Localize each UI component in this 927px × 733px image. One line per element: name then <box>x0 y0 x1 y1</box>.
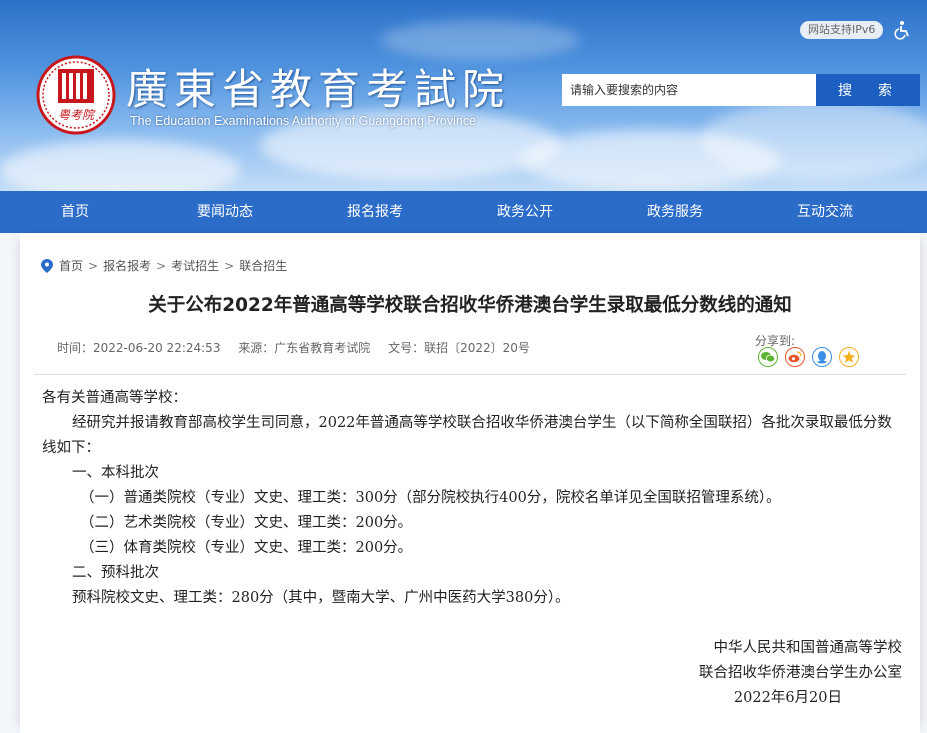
body-paragraph: 经研究并报请教育部高校学生司同意，2022年普通高等学校联合招收华侨港澳台学生（… <box>42 415 892 456</box>
site-logo-emblem[interactable]: 粤考院 <box>36 55 116 135</box>
wheelchair-icon[interactable] <box>892 20 912 40</box>
nav-item-interaction[interactable]: 互动交流 <box>750 191 900 233</box>
cloud-decoration <box>380 20 580 60</box>
share-bar <box>758 347 859 367</box>
site-title[interactable]: 廣東省教育考試院 <box>126 56 510 117</box>
ipv6-badge: 网站支持IPv6 <box>800 21 884 39</box>
site-header: 粤考院 廣東省教育考試院 The Education Examinations … <box>0 0 927 191</box>
breadcrumb-registration[interactable]: 报名报考 <box>103 257 151 274</box>
nav-item-gov-services[interactable]: 政务服务 <box>600 191 750 233</box>
search-button[interactable]: 搜 索 <box>816 74 920 106</box>
document-number: 文号：联招〔2022〕20号 <box>388 341 530 355</box>
article-container: 首页 > 报名报考 > 考试招生 > 联合招生 关于公布2022年普通高等学校联… <box>20 233 920 733</box>
signature-date: 2022年6月20日 <box>733 690 842 706</box>
breadcrumb-home[interactable]: 首页 <box>59 257 83 274</box>
breadcrumb-joint-admission[interactable]: 联合招生 <box>239 257 287 274</box>
nav-item-gov-affairs[interactable]: 政务公开 <box>450 191 600 233</box>
search-input[interactable] <box>562 74 816 106</box>
nav-item-registration[interactable]: 报名报考 <box>300 191 450 233</box>
map-pin-icon <box>41 258 53 273</box>
salutation: 各有关普通高等学校： <box>42 390 187 406</box>
nav-item-news[interactable]: 要闻动态 <box>150 191 300 233</box>
emblem-lettering: 粤考院 <box>58 108 96 122</box>
main-nav: 首页 要闻动态 报名报考 政务公开 政务服务 互动交流 <box>0 191 927 233</box>
cloud-decoration <box>0 140 240 191</box>
page-background <box>0 233 20 733</box>
list-item: （三）体育类院校（专业）文史、理工类：200分。 <box>80 540 413 556</box>
section-heading: 二、预科批次 <box>72 565 159 581</box>
article-title: 关于公布2022年普通高等学校联合招收华侨港澳台学生录取最低分数线的通知 <box>148 295 792 316</box>
list-item: （二）艺术类院校（专业）文史、理工类：200分。 <box>80 515 413 531</box>
publish-time: 时间：2022-06-20 22:24:53 <box>57 341 221 355</box>
breadcrumb-exam-admission[interactable]: 考试招生 <box>171 257 219 274</box>
signature-line: 联合招收华侨港澳台学生办公室 <box>699 665 902 681</box>
breadcrumb-separator: > <box>156 258 167 273</box>
wechat-icon[interactable] <box>758 347 778 367</box>
list-item: （一）普通类院校（专业）文史、理工类：300分（部分院校执行400分，院校名单详… <box>80 490 781 506</box>
weibo-icon[interactable] <box>785 347 805 367</box>
body-paragraph: 预科院校文史、理工类：280分（其中，暨南大学、广州中医药大学380分）。 <box>72 590 570 606</box>
cloud-decoration <box>700 100 927 180</box>
breadcrumb-separator: > <box>88 258 99 273</box>
header-divider <box>34 374 906 375</box>
qzone-icon[interactable] <box>839 347 859 367</box>
article-source: 来源：广东省教育考试院 <box>238 341 371 355</box>
section-heading: 一、本科批次 <box>72 465 159 481</box>
article-meta: 时间：2022-06-20 22:24:53 来源：广东省教育考试院 文号：联招… <box>57 339 544 356</box>
signature-line: 中华人民共和国普通高等学校 <box>713 640 903 656</box>
article-body: 各有关普通高等学校： 经研究并报请教育部高校学生司同意，2022年普通高等学校联… <box>42 386 902 711</box>
page-background <box>920 233 927 733</box>
site-subtitle: The Education Examinations Authority of … <box>130 114 477 128</box>
breadcrumb-separator: > <box>224 258 235 273</box>
qq-icon[interactable] <box>812 347 832 367</box>
breadcrumb: 首页 > 报名报考 > 考试招生 > 联合招生 <box>41 257 287 274</box>
nav-item-home[interactable]: 首页 <box>0 191 150 233</box>
